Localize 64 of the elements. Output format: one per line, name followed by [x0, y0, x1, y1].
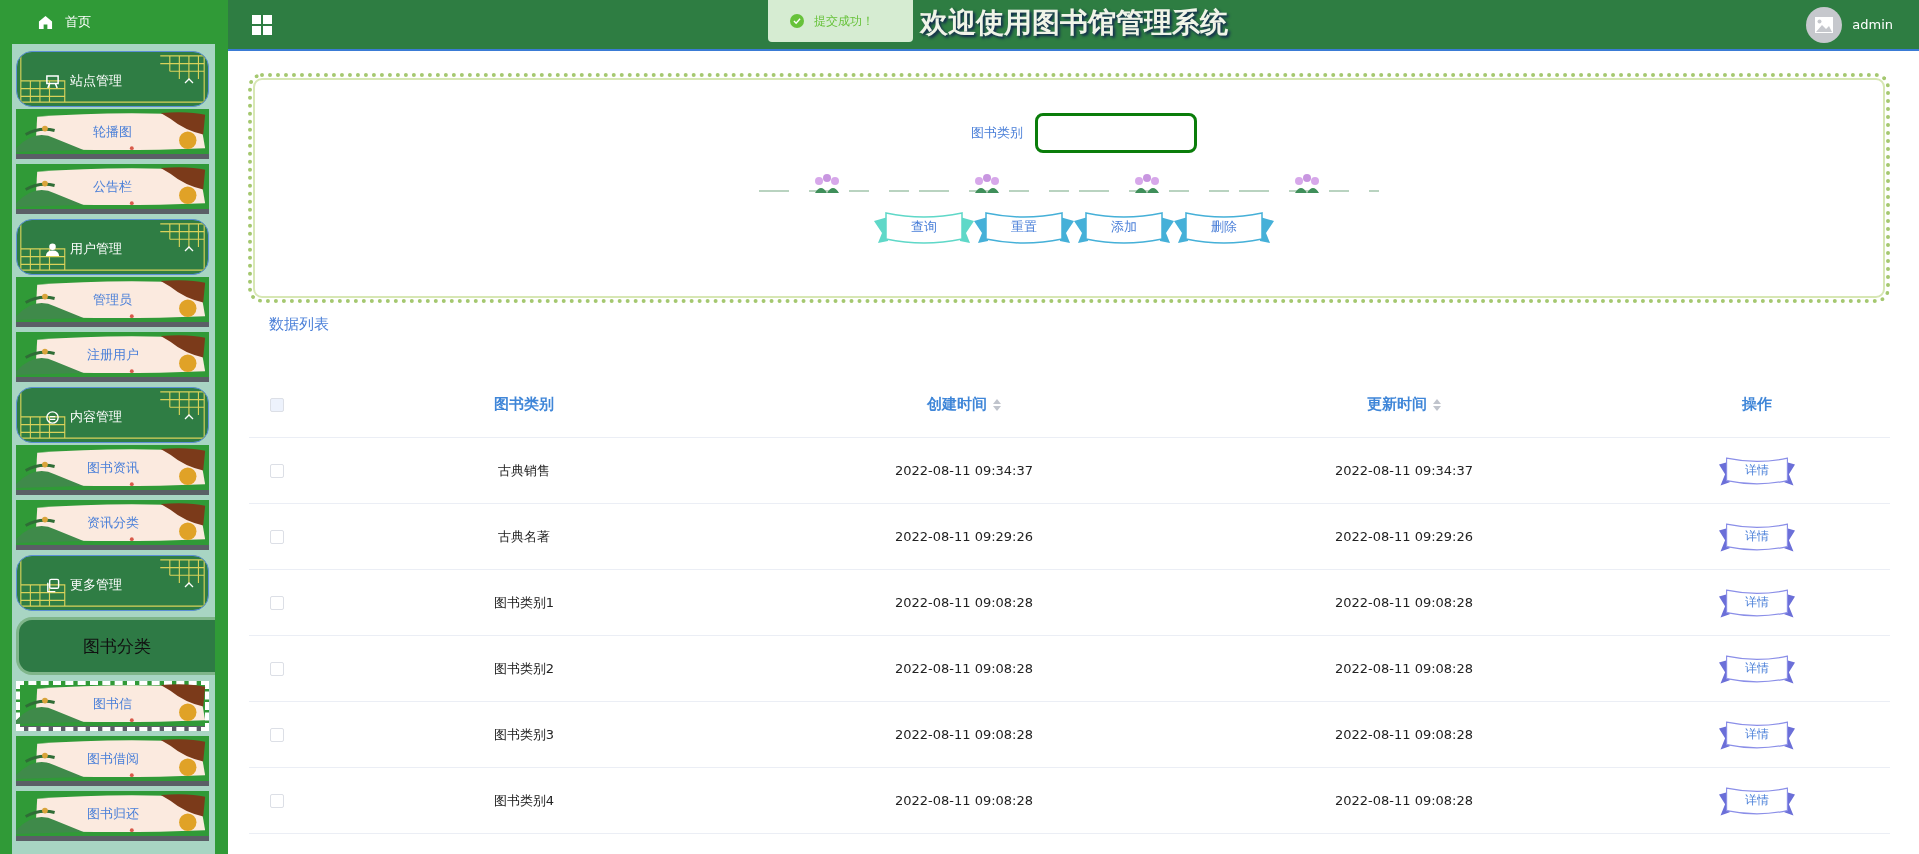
menu-group-header[interactable]: 用户管理 [16, 219, 209, 275]
column-header: 图书类别 [494, 395, 554, 414]
table-cell: 图书类别3 [493, 725, 555, 744]
chevron-up-icon [184, 582, 194, 588]
section-title: 数据列表 [269, 315, 329, 334]
sort-icon[interactable] [1433, 398, 1441, 411]
app-title: 欢迎使用图书馆管理系统 [919, 5, 1228, 41]
table-cell: 2022-08-11 09:34:37 [1334, 463, 1474, 478]
menu-item[interactable]: 轮播图 [16, 109, 209, 159]
table-cell: 2022-08-11 09:08:28 [1334, 595, 1474, 610]
row-checkbox[interactable] [269, 661, 284, 676]
table-cell: 2022-08-11 09:08:28 [894, 595, 1034, 610]
menu-item[interactable]: 注册用户 [16, 332, 209, 382]
easel-icon [45, 73, 60, 89]
table-cell: 2022-08-11 09:08:28 [894, 661, 1034, 676]
column-header[interactable]: 创建时间 [927, 395, 1001, 414]
table-cell: 2022-08-11 09:08:28 [894, 727, 1034, 742]
menu-item[interactable]: 图书借阅 [16, 736, 209, 786]
chevron-up-icon [184, 246, 194, 252]
table-cell: 图书类别1 [493, 593, 555, 612]
table-cell: 图书类别4 [493, 791, 555, 810]
menu-item[interactable]: 图书分类 [16, 617, 215, 675]
menu-item[interactable]: 图书信 [16, 681, 209, 731]
user-name[interactable]: admin [1852, 17, 1893, 32]
menu-group-header[interactable]: 站点管理 [16, 51, 209, 107]
table-cell: 古典名著 [498, 527, 550, 546]
table-cell: 古典销售 [498, 461, 550, 480]
toast-message: 提交成功！ [814, 12, 874, 30]
select-all-checkbox[interactable] [269, 397, 284, 412]
row-checkbox[interactable] [269, 463, 284, 478]
menu-item[interactable]: 图书资讯 [16, 445, 209, 495]
row-checkbox[interactable] [269, 727, 284, 742]
menu-group-header[interactable]: 更多管理 [16, 555, 209, 611]
copy-icon [45, 577, 60, 593]
table-cell: 2022-08-11 09:08:28 [1334, 727, 1474, 742]
table-cell: 2022-08-11 09:29:26 [894, 529, 1034, 544]
table-cell: 图书类别2 [493, 659, 555, 678]
field-label: 图书类别 [971, 124, 1023, 142]
row-checkbox[interactable] [269, 529, 284, 544]
menu-item[interactable]: 公告栏 [16, 164, 209, 214]
menu-item[interactable]: 资讯分类 [16, 500, 209, 550]
user-icon [45, 241, 60, 257]
check-circle-icon [790, 14, 804, 28]
avatar-image-icon[interactable] [1806, 6, 1843, 43]
row-checkbox[interactable] [269, 595, 284, 610]
column-header: 操作 [1742, 395, 1772, 414]
chat-icon [45, 409, 60, 425]
menu-item[interactable]: 图书归还 [16, 791, 209, 841]
column-header[interactable]: 更新时间 [1367, 395, 1441, 414]
chevron-up-icon [184, 78, 194, 84]
grid-menu-icon[interactable] [252, 14, 272, 35]
home-icon [38, 14, 53, 30]
chevron-up-icon [184, 414, 194, 420]
home-menu-item[interactable]: 首页 [0, 0, 130, 44]
input-field[interactable] [1035, 113, 1197, 153]
table-cell: 2022-08-11 09:29:26 [1334, 529, 1474, 544]
menu-item[interactable]: 管理员 [16, 277, 209, 327]
table-cell: 2022-08-11 09:34:37 [894, 463, 1034, 478]
menu-group-header[interactable]: 内容管理 [16, 387, 209, 443]
sort-icon[interactable] [993, 398, 1001, 411]
table-cell: 2022-08-11 09:08:28 [894, 793, 1034, 808]
table-cell: 2022-08-11 09:08:28 [1334, 793, 1474, 808]
table-cell: 2022-08-11 09:08:28 [1334, 661, 1474, 676]
row-checkbox[interactable] [269, 793, 284, 808]
